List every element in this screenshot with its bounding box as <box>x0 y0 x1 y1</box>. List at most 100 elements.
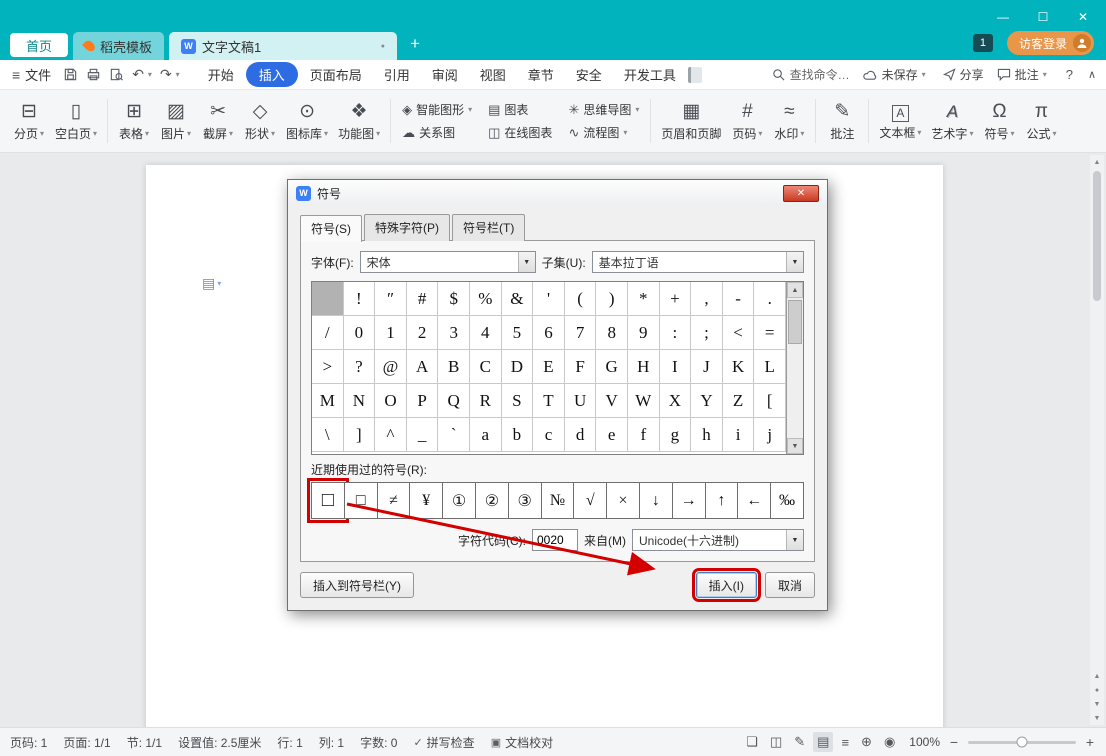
symbol-cell[interactable]: 4 <box>470 316 502 350</box>
new-tab-button[interactable]: + <box>410 34 420 54</box>
home-tab[interactable]: 首页 <box>10 33 68 57</box>
ribbon-item-comment[interactable]: ✎批注 <box>821 93 863 149</box>
menu-tab-5[interactable]: 审阅 <box>422 62 468 87</box>
ribbon-item-watermark[interactable]: ≈水印▾ <box>768 93 810 149</box>
file-menu-button[interactable]: ≡ 文件 <box>10 65 59 84</box>
eye-protection-icon[interactable]: ◉ <box>880 732 899 752</box>
ribbon-item-page-number[interactable]: #页码▾ <box>726 93 768 149</box>
insert-button[interactable]: 插入(I) <box>696 572 757 598</box>
symbol-cell[interactable]: d <box>565 418 597 452</box>
recent-symbol-cell[interactable]: ≠ <box>377 482 411 519</box>
save-icon[interactable] <box>59 67 82 82</box>
from-select[interactable]: Unicode(十六进制) ▼ <box>632 529 804 551</box>
ribbon-item-screenshot[interactable]: ✂截屏▾ <box>197 93 239 149</box>
symbol-cell[interactable]: 6 <box>533 316 565 350</box>
statusbar-page-count[interactable]: 页面: 1/1 <box>63 734 110 751</box>
grid-scroll-up-icon[interactable]: ▲ <box>787 282 803 298</box>
symbol-cell[interactable]: N <box>344 384 376 418</box>
symbol-cell[interactable]: D <box>502 350 534 384</box>
ribbon-item-blank-page[interactable]: ▯空白页▾ <box>50 93 102 149</box>
ribbon-item-shapes[interactable]: ◇形状▾ <box>239 93 281 149</box>
symbol-cell[interactable]: f <box>628 418 660 452</box>
menu-tab-1[interactable]: 开始 <box>198 62 244 87</box>
statusbar-column[interactable]: 列: 1 <box>319 734 344 751</box>
symbol-cell[interactable]: P <box>407 384 439 418</box>
symbol-cell[interactable]: ] <box>344 418 376 452</box>
menu-tab-7[interactable]: 章节 <box>518 62 564 87</box>
symbol-cell[interactable]: B <box>438 350 470 384</box>
dialog-titlebar[interactable]: W 符号 ✕ <box>288 180 827 206</box>
menu-tab-4[interactable]: 引用 <box>374 62 420 87</box>
symbol-cell[interactable]: > <box>312 350 344 384</box>
symbol-cell[interactable]: ″ <box>375 282 407 316</box>
symbol-cell[interactable]: b <box>502 418 534 452</box>
recent-symbol-cell[interactable]: □ <box>311 482 345 519</box>
print-preview-icon[interactable] <box>105 67 128 82</box>
symbol-cell[interactable]: , <box>691 282 723 316</box>
help-button[interactable]: ? <box>1064 67 1075 82</box>
symbol-cell[interactable]: T <box>533 384 565 418</box>
symbol-cell[interactable]: e <box>596 418 628 452</box>
collapse-ribbon-icon[interactable]: ∧ <box>1088 68 1096 81</box>
symbol-cell[interactable]: / <box>312 316 344 350</box>
ribbon-item-function-diagram[interactable]: ❖功能图▾ <box>333 93 385 149</box>
print-layout-icon[interactable]: ▤ <box>813 732 833 752</box>
symbol-cell[interactable]: . <box>754 282 786 316</box>
symbol-cell[interactable]: \ <box>312 418 344 452</box>
symbol-cell[interactable]: ) <box>596 282 628 316</box>
symbol-cell[interactable]: Z <box>723 384 755 418</box>
close-icon[interactable]: ✕ <box>1076 10 1090 24</box>
symbol-cell[interactable]: E <box>533 350 565 384</box>
ribbon-item-smartart[interactable]: ◈智能图形▾ <box>396 100 478 119</box>
symbol-cell[interactable]: 8 <box>596 316 628 350</box>
recent-symbol-cell[interactable]: → <box>672 482 706 519</box>
symbol-cell[interactable]: ^ <box>375 418 407 452</box>
save-status[interactable]: 未保存 ▾ <box>863 66 930 83</box>
ribbon-item-header-footer[interactable]: ▦页眉和页脚 <box>656 93 726 149</box>
symbol-cell[interactable]: 5 <box>502 316 534 350</box>
undo-icon[interactable]: ↶ <box>128 66 148 83</box>
symbol-cell[interactable]: g <box>660 418 692 452</box>
ribbon-item-formula[interactable]: π公式▾ <box>1020 93 1062 149</box>
recent-symbol-cell[interactable]: ① <box>442 482 476 519</box>
symbol-cell[interactable]: ! <box>344 282 376 316</box>
zoom-slider[interactable] <box>968 741 1076 744</box>
symbol-cell[interactable]: K <box>723 350 755 384</box>
symbol-cell[interactable]: < <box>723 316 755 350</box>
symbol-cell[interactable]: a <box>470 418 502 452</box>
symbol-cell[interactable]: * <box>628 282 660 316</box>
symbol-cell[interactable]: - <box>723 282 755 316</box>
symbol-cell[interactable]: X <box>660 384 692 418</box>
scrollbar-thumb[interactable] <box>1093 171 1101 301</box>
dialog-tab-2[interactable]: 特殊字符(P) <box>364 214 450 241</box>
scroll-down-icon[interactable]: ▼ <box>1090 711 1104 725</box>
symbol-cell[interactable]: ? <box>344 350 376 384</box>
grid-scrollbar-thumb[interactable] <box>788 300 802 344</box>
symbol-cell[interactable]: C <box>470 350 502 384</box>
statusbar-section[interactable]: 节: 1/1 <box>127 734 162 751</box>
recent-symbol-cell[interactable]: ← <box>737 482 771 519</box>
ribbon-item-page-break[interactable]: ⊟分页▾ <box>8 93 50 149</box>
menu-tab-3[interactable]: 页面布局 <box>300 62 372 87</box>
recent-symbol-cell[interactable]: ② <box>475 482 509 519</box>
document-tab-active[interactable]: W 文字文稿1 ● <box>169 32 397 60</box>
statusbar-spell-check[interactable]: ✓拼写检查 <box>413 734 474 751</box>
symbol-cell[interactable]: ` <box>438 418 470 452</box>
cancel-button[interactable]: 取消 <box>765 572 815 598</box>
read-layout-icon[interactable]: ◫ <box>766 732 786 752</box>
symbol-cell[interactable]: % <box>470 282 502 316</box>
symbol-cell[interactable]: ; <box>691 316 723 350</box>
grid-scrollbar[interactable]: ▲ ▼ <box>786 282 803 454</box>
combo-arrow-icon[interactable]: ▼ <box>786 252 803 272</box>
dialog-tab-1[interactable]: 符号(S) <box>300 215 362 242</box>
statusbar-line[interactable]: 行: 1 <box>277 734 302 751</box>
menu-tab-6[interactable]: 视图 <box>470 62 516 87</box>
redo-caret-icon[interactable]: ▾ <box>176 70 180 79</box>
symbol-cell[interactable]: H <box>628 350 660 384</box>
symbol-cell[interactable]: @ <box>375 350 407 384</box>
recent-symbol-cell[interactable]: □ <box>344 482 378 519</box>
symbol-cell[interactable]: i <box>723 418 755 452</box>
user-count-badge[interactable]: 1 <box>973 34 993 52</box>
symbol-cell[interactable]: U <box>565 384 597 418</box>
symbol-cell[interactable]: 1 <box>375 316 407 350</box>
